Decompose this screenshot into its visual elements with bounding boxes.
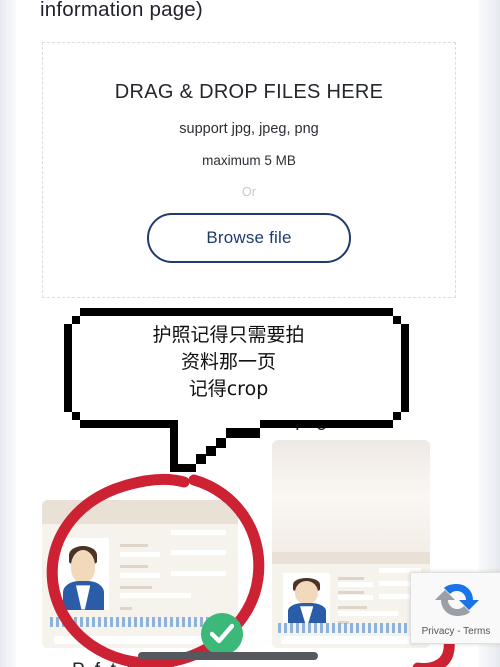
- file-dropzone[interactable]: DRAG & DROP FILES HERE support jpg, jpeg…: [42, 42, 456, 298]
- recaptcha-badge[interactable]: Privacy - Terms: [410, 572, 500, 644]
- speech-bubble-tail: [170, 420, 260, 472]
- check-icon: [210, 623, 234, 644]
- speech-bubble-line-3: 记得crop: [188, 378, 269, 400]
- dropzone-or-label: Or: [242, 185, 256, 199]
- page-gutter-right: [478, 0, 500, 667]
- speech-bubble-line-1: 护照记得只需要拍: [152, 324, 305, 346]
- upload-page: information page) DRAG & DROP FILES HERE…: [16, 0, 478, 667]
- dropzone-max-size: maximum 5 MB: [202, 153, 296, 168]
- dropzone-supported-formats: support jpg, jpeg, png: [179, 121, 319, 137]
- passport-example-image-right: [272, 440, 430, 648]
- speech-bubble-text: 护照记得只需要拍 资料那一页 记得crop: [80, 322, 377, 403]
- recaptcha-privacy-terms[interactable]: Privacy - Terms: [411, 626, 500, 637]
- browse-file-button[interactable]: Browse file: [147, 213, 351, 263]
- speech-bubble-line-2: 资料那一页: [180, 351, 276, 373]
- page-gutter-left: [0, 0, 16, 667]
- bottom-cut-caption: P f t hi i t: [72, 660, 177, 667]
- recaptcha-icon: [435, 584, 479, 616]
- mobile-screenshot: information page) DRAG & DROP FILES HERE…: [0, 0, 500, 667]
- home-indicator-bar: [138, 652, 318, 660]
- approved-check-badge: [201, 613, 243, 655]
- dropzone-title: DRAG & DROP FILES HERE: [114, 81, 384, 103]
- annotation-speech-bubble: 护照记得只需要拍 资料那一页 记得crop: [64, 308, 409, 428]
- page-instruction-text: information page): [40, 0, 203, 21]
